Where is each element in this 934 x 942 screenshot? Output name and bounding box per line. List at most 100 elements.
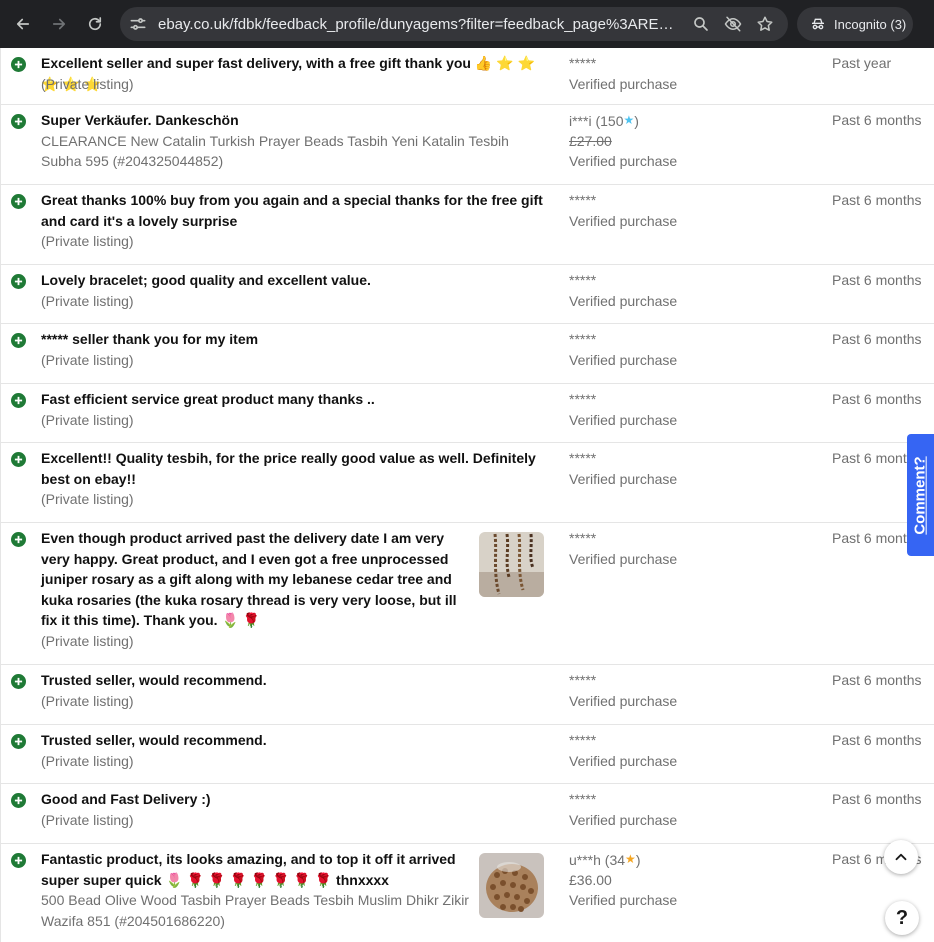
buyer-name[interactable]: u***h (34★)	[569, 849, 640, 871]
browser-toolbar: ebay.co.uk/fdbk/feedback_profile/dunyage…	[0, 0, 934, 48]
positive-rating-icon	[11, 452, 26, 467]
positive-rating-icon	[11, 114, 26, 129]
feedback-comment: Fantastic product, its looks amazing, an…	[41, 851, 456, 888]
positive-rating-icon	[11, 853, 26, 868]
incognito-badge[interactable]: Incognito (3)	[797, 7, 913, 41]
feedback-comment: Great thanks 100% buy from you again and…	[41, 192, 543, 229]
address-bar[interactable]: ebay.co.uk/fdbk/feedback_profile/dunyage…	[120, 7, 788, 41]
feedback-comment: Trusted seller, would recommend.	[41, 672, 267, 688]
feedback-time: Past 6 months	[832, 272, 922, 288]
feedback-photo[interactable]	[479, 532, 544, 597]
positive-rating-icon	[11, 57, 26, 72]
table-row: Fantastic product, its looks amazing, an…	[0, 844, 934, 942]
zoom-icon[interactable]	[692, 15, 710, 33]
verified-purchase: Verified purchase	[569, 752, 678, 769]
table-row: Trusted seller, would recommend. (Privat…	[0, 725, 934, 784]
reload-icon	[88, 17, 102, 31]
feedback-comment: Even though product arrived past the del…	[41, 530, 457, 628]
table-row: ***** seller thank you for my item (Priv…	[0, 324, 934, 384]
buyer-name: *****	[569, 331, 597, 347]
listing-title: (Private listing)	[41, 811, 134, 828]
listing-title[interactable]: 500 Bead Olive Wood Tasbih Prayer Beads …	[41, 890, 469, 931]
buyer-name[interactable]: i***i (150★)	[569, 110, 639, 132]
feedback-comment: Good and Fast Delivery :)	[41, 791, 211, 807]
feedback-time: Past year	[832, 55, 892, 71]
listing-title: (Private listing)	[41, 752, 134, 769]
feedback-comment: Trusted seller, would recommend.	[41, 732, 267, 748]
verified-purchase: Verified purchase	[569, 212, 678, 229]
comment-feedback-tab[interactable]: Comment?	[907, 434, 934, 556]
feedback-time: Past 6 months	[832, 331, 922, 347]
feedback-comment: ***** seller thank you for my item	[41, 331, 259, 347]
positive-rating-icon	[11, 274, 26, 289]
verified-purchase: Verified purchase	[569, 292, 678, 309]
table-row: Trusted seller, would recommend. (Privat…	[0, 665, 934, 725]
verified-purchase: Verified purchase	[569, 153, 678, 169]
feedback-comment: Super Verkäufer. Dankeschön	[41, 112, 239, 128]
positive-rating-icon	[11, 734, 26, 749]
feedback-time: Past 6 months	[832, 791, 922, 807]
table-row: Lovely bracelet; good quality and excell…	[0, 265, 934, 324]
scroll-to-top-button[interactable]	[884, 840, 918, 874]
listing-title: (Private listing)	[41, 633, 134, 649]
verified-purchase: Verified purchase	[569, 75, 678, 92]
feedback-star-icon: ★	[623, 113, 635, 127]
feedback-time: Past 6 months	[832, 672, 922, 688]
verified-purchase: Verified purchase	[569, 411, 678, 428]
positive-rating-icon	[11, 333, 26, 348]
bookmark-star-icon[interactable]	[756, 15, 774, 33]
positive-rating-icon	[11, 194, 26, 209]
url-text[interactable]: ebay.co.uk/fdbk/feedback_profile/dunyage…	[158, 16, 680, 33]
feedback-comment: Fast efficient service great product man…	[41, 391, 375, 407]
feedback-time: Past 6 months	[832, 732, 922, 748]
feedback-star-icon: ★	[625, 852, 636, 866]
listing-title: (Private listing)	[41, 411, 134, 428]
help-button[interactable]: ?	[885, 901, 919, 935]
comment-tab-label: Comment?	[912, 455, 929, 535]
positive-rating-icon	[11, 674, 26, 689]
feedback-comment: Lovely bracelet; good quality and excell…	[41, 272, 371, 288]
feedback-comment: Excellent!! Quality tesbih, for the pric…	[41, 450, 536, 487]
buyer-name: *****	[569, 272, 597, 288]
verified-purchase: Verified purchase	[569, 811, 678, 828]
positive-rating-icon	[11, 793, 26, 808]
listing-title: (Private listing)	[41, 692, 134, 709]
buyer-name: *****	[569, 791, 597, 807]
buyer-name: *****	[569, 192, 597, 208]
buyer-name: *****	[569, 732, 597, 748]
chevron-up-icon	[895, 853, 907, 861]
site-settings-icon[interactable]	[128, 14, 148, 34]
listing-title: (Private listing)	[41, 491, 134, 507]
table-row: Super Verkäufer. Dankeschön CLEARANCE Ne…	[0, 105, 934, 185]
verified-purchase: Verified purchase	[569, 351, 678, 368]
listing-title[interactable]: CLEARANCE New Catalin Turkish Prayer Bea…	[41, 131, 553, 172]
buyer-name: *****	[569, 530, 597, 546]
forward-button[interactable]	[45, 10, 73, 38]
table-row: Excellent seller and super fast delivery…	[0, 48, 934, 105]
table-row: Fast efficient service great product man…	[0, 384, 934, 443]
incognito-label: Incognito (3)	[834, 16, 907, 32]
table-row: Excellent!! Quality tesbih, for the pric…	[0, 443, 934, 523]
positive-rating-icon	[11, 532, 26, 547]
buyer-name: *****	[569, 672, 597, 688]
eye-off-icon[interactable]	[724, 15, 742, 33]
listing-title: (Private listing)	[41, 351, 134, 368]
buyer-name: *****	[569, 391, 597, 407]
feedback-photo[interactable]	[479, 853, 544, 918]
listing-title: (Private listing)	[41, 75, 134, 92]
item-price: £27.00	[569, 132, 612, 149]
arrow-right-icon	[52, 18, 66, 30]
help-icon: ?	[895, 906, 909, 929]
arrow-left-icon	[16, 18, 30, 30]
table-row: Even though product arrived past the del…	[0, 523, 934, 665]
verified-purchase: Verified purchase	[569, 892, 678, 908]
verified-purchase: Verified purchase	[569, 692, 678, 709]
listing-title: (Private listing)	[41, 292, 134, 309]
feedback-time: Past 6 months	[832, 192, 922, 208]
table-row: Good and Fast Delivery :) (Private listi…	[0, 784, 934, 844]
listing-title: (Private listing)	[41, 233, 134, 249]
reload-button[interactable]	[81, 10, 109, 38]
feedback-time: Past 6 months	[832, 112, 922, 128]
buyer-name: *****	[569, 55, 597, 71]
back-button[interactable]	[9, 10, 37, 38]
